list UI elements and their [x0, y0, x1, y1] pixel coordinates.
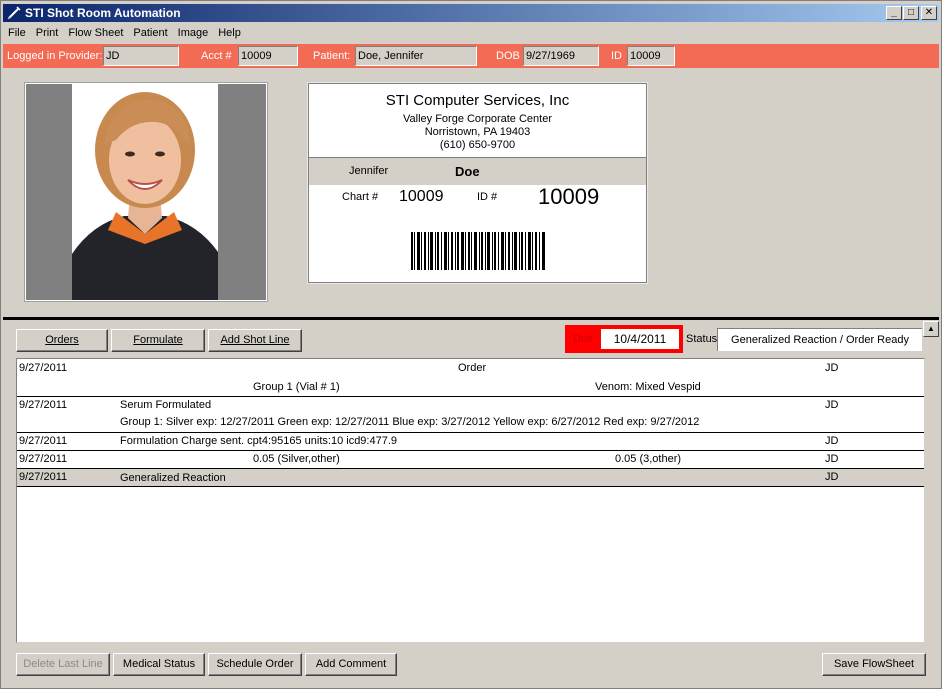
patient-photo	[72, 84, 218, 300]
section-divider	[3, 317, 939, 320]
orders-button-label: Orders	[45, 334, 79, 346]
status-field[interactable]: Generalized Reaction / Order Ready	[717, 328, 922, 351]
due-date-box: Due 10/4/2011	[565, 325, 683, 353]
row-date: 9/27/2011	[19, 453, 68, 465]
save-flowsheet-button[interactable]: Save FlowSheet	[822, 653, 926, 676]
add-shot-line-button[interactable]: Add Shot Line	[208, 329, 302, 352]
due-date-field[interactable]: 10/4/2011	[601, 329, 679, 349]
title-bar[interactable]: STI Shot Room Automation _ □ ✕	[3, 4, 939, 22]
menu-flow-sheet[interactable]: Flow Sheet	[63, 27, 128, 39]
card-id-value: 10009	[538, 184, 600, 209]
app-window: STI Shot Room Automation _ □ ✕ File Prin…	[0, 0, 942, 689]
window-title: STI Shot Room Automation	[25, 6, 181, 20]
table-row[interactable]: 9/27/2011 Serum Formulated JD Group 1: S…	[17, 397, 924, 433]
minimize-button[interactable]: _	[886, 6, 902, 20]
row-description: Generalized Reaction	[120, 472, 226, 484]
row-date: 9/27/2011	[19, 399, 68, 411]
table-row[interactable]: 9/27/2011 Formulation Charge sent. cpt4:…	[17, 433, 924, 451]
provider-label: Logged in Provider:	[7, 50, 103, 62]
row-date: 9/27/2011	[19, 435, 68, 447]
menu-file[interactable]: File	[3, 27, 31, 39]
add-comment-button[interactable]: Add Comment	[305, 653, 397, 676]
company-address-line1: Valley Forge Corporate Center	[403, 113, 552, 125]
company-phone: (610) 650-9700	[439, 139, 516, 151]
chart-number-value: 10009	[399, 188, 444, 205]
due-label: Due	[573, 333, 594, 345]
barcode-icon	[411, 232, 545, 270]
patient-photo-frame	[24, 82, 268, 302]
delete-last-line-button[interactable]: Delete Last Line	[16, 653, 110, 676]
row-date: 9/27/2011	[19, 362, 68, 374]
row-user: JD	[825, 362, 839, 374]
flowsheet-grid[interactable]: 9/27/2011 Order JD Group 1 (Vial # 1) Ve…	[16, 358, 925, 643]
row-group: Group 1 (Vial # 1)	[253, 381, 340, 393]
syringe-icon	[7, 6, 21, 20]
menu-patient[interactable]: Patient	[128, 27, 172, 39]
menu-print[interactable]: Print	[31, 27, 64, 39]
card-first-name: Jennifer	[349, 165, 389, 177]
patient-info-bar: Logged in Provider: JD Acct # 10009 Pati…	[3, 44, 939, 68]
card-id-label: ID #	[477, 191, 498, 203]
company-name: STI Computer Services, Inc	[385, 92, 570, 109]
id-label: ID	[611, 50, 622, 62]
schedule-order-button[interactable]: Schedule Order	[208, 653, 302, 676]
formulate-button[interactable]: Formulate	[111, 329, 205, 352]
row-order-label: Order	[458, 362, 487, 374]
id-field[interactable]: 10009	[627, 46, 675, 66]
formulate-button-label: Formulate	[133, 334, 183, 346]
row-description: Formulation Charge sent. cpt4:95165 unit…	[120, 435, 398, 447]
row-dose-left: 0.05 (Silver,other)	[253, 453, 340, 465]
card-last-name: Doe	[455, 164, 480, 179]
row-detail: Group 1: Silver exp: 12/27/2011 Green ex…	[120, 416, 700, 428]
patient-id-card: STI Computer Services, Inc Valley Forge …	[307, 82, 648, 284]
patient-label: Patient:	[313, 50, 351, 62]
dob-label: DOB	[496, 50, 520, 62]
dob-field[interactable]: 9/27/1969	[523, 46, 599, 66]
patient-field[interactable]: Doe, Jennifer	[355, 46, 477, 66]
status-label: Status	[686, 333, 718, 345]
row-user: JD	[825, 435, 839, 447]
table-row-selected[interactable]: 9/27/2011 Generalized Reaction JD	[17, 469, 924, 487]
row-venom: Venom: Mixed Vespid	[595, 381, 701, 393]
row-date: 9/27/2011	[19, 471, 68, 483]
menu-help[interactable]: Help	[213, 27, 246, 39]
table-row[interactable]: 9/27/2011 0.05 (Silver,other) 0.05 (3,ot…	[17, 451, 924, 469]
orders-button[interactable]: Orders	[16, 329, 108, 352]
row-description: Serum Formulated	[120, 399, 212, 411]
card-name-bar: Jennifer Doe	[309, 157, 646, 185]
chart-number-label: Chart #	[342, 191, 379, 203]
close-button[interactable]: ✕	[921, 6, 937, 20]
menu-image[interactable]: Image	[173, 27, 214, 39]
row-dose-right: 0.05 (3,other)	[615, 453, 682, 465]
provider-field[interactable]: JD	[103, 46, 179, 66]
scroll-up-arrow-icon[interactable]: ▲	[923, 321, 939, 337]
row-user: JD	[825, 453, 839, 465]
company-address-line2: Norristown, PA 19403	[424, 126, 531, 138]
row-user: JD	[825, 471, 839, 483]
maximize-button[interactable]: □	[903, 6, 919, 20]
table-row[interactable]: 9/27/2011 Order JD Group 1 (Vial # 1) Ve…	[17, 359, 924, 397]
medical-status-button[interactable]: Medical Status	[113, 653, 205, 676]
row-user: JD	[825, 399, 839, 411]
add-shot-line-button-label: Add Shot Line	[220, 334, 290, 346]
acct-field[interactable]: 10009	[238, 46, 298, 66]
menu-bar: File Print Flow Sheet Patient Image Help	[3, 24, 246, 42]
acct-label: Acct #	[201, 50, 232, 62]
